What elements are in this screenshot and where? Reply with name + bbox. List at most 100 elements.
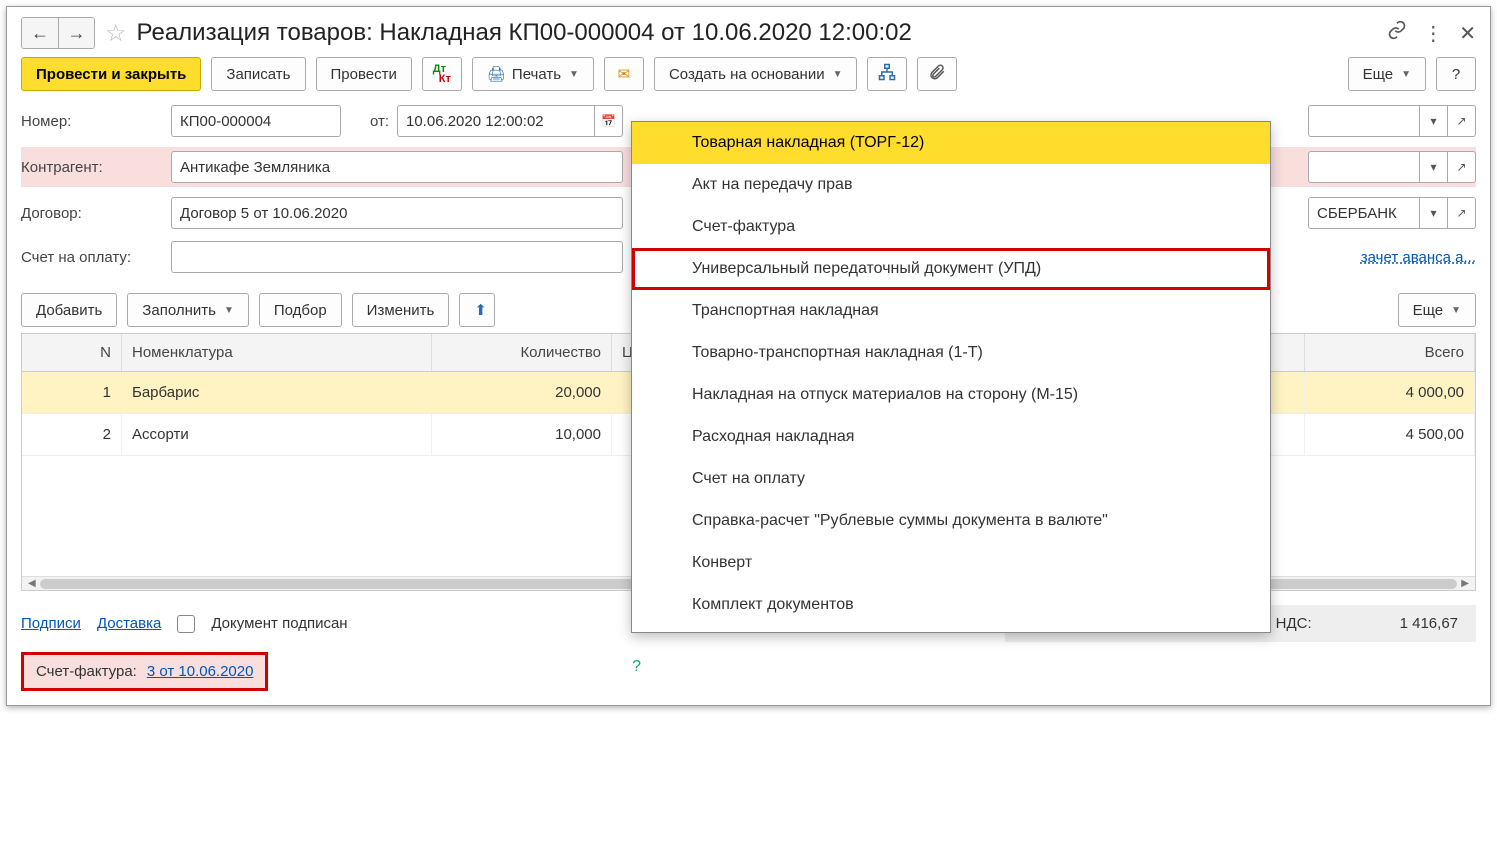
envelope-icon: ✉ bbox=[618, 65, 631, 83]
print-menu-item[interactable]: Справка-расчет "Рублевые суммы документа… bbox=[632, 500, 1270, 542]
create-based-button[interactable]: Создать на основании ▼ bbox=[654, 57, 858, 91]
org-input[interactable] bbox=[1308, 105, 1420, 137]
print-menu-item[interactable]: Конверт bbox=[632, 542, 1270, 584]
signatures-link[interactable]: Подписи bbox=[21, 615, 81, 632]
fill-label: Заполнить bbox=[142, 302, 216, 319]
col-total[interactable]: Всего bbox=[1305, 334, 1475, 371]
paperclip-icon bbox=[928, 63, 946, 85]
invoice-out-wrap: Счет-фактура: 3 от 10.06.2020 ? bbox=[21, 642, 641, 691]
date-input[interactable] bbox=[397, 105, 595, 137]
cell-nom: Ассорти bbox=[122, 414, 432, 455]
pick-button[interactable]: Подбор bbox=[259, 293, 342, 327]
scroll-left-icon[interactable]: ◀ bbox=[28, 578, 36, 589]
print-menu-item[interactable]: Товарно-транспортная накладная (1-Т) bbox=[632, 332, 1270, 374]
toolbar-more-button[interactable]: Еще ▼ bbox=[1348, 57, 1426, 91]
print-button[interactable]: 🖨 Печать ▼ bbox=[472, 57, 594, 91]
edit-button[interactable]: Изменить bbox=[352, 293, 450, 327]
warehouse-combo: ▾ ↗ bbox=[1308, 151, 1476, 183]
print-dropdown-menu: Товарная накладная (ТОРГ-12) Акт на пере… bbox=[631, 121, 1271, 633]
cell-nom: Барбарис bbox=[122, 372, 432, 413]
document-window: ← → ☆ Реализация товаров: Накладная КП00… bbox=[6, 6, 1491, 706]
save-button[interactable]: Записать bbox=[211, 57, 305, 91]
nav-button-group: ← → bbox=[21, 17, 95, 49]
dtkt-icon: ДтКт bbox=[433, 64, 451, 84]
warehouse-dropdown-button[interactable]: ▾ bbox=[1420, 151, 1448, 183]
doc-signed-label: Документ подписан bbox=[211, 615, 347, 632]
doc-signed-checkbox[interactable] bbox=[177, 615, 195, 633]
hierarchy-icon bbox=[878, 63, 896, 85]
print-menu-item[interactable]: Накладная на отпуск материалов на сторон… bbox=[632, 374, 1270, 416]
delivery-link[interactable]: Доставка bbox=[97, 615, 161, 632]
date-picker-button[interactable]: 📅 bbox=[595, 105, 623, 137]
chevron-down-icon: ▼ bbox=[1401, 69, 1411, 80]
scroll-right-icon[interactable]: ▶ bbox=[1461, 578, 1469, 589]
cell-qty: 20,000 bbox=[432, 372, 612, 413]
bank-open-button[interactable]: ↗ bbox=[1448, 197, 1476, 229]
more-label: Еще bbox=[1363, 66, 1394, 83]
print-menu-item[interactable]: Транспортная накладная bbox=[632, 290, 1270, 332]
favorite-star-icon[interactable]: ☆ bbox=[105, 19, 127, 48]
more-menu-icon[interactable]: ⋮ bbox=[1423, 21, 1443, 46]
dtkt-button[interactable]: ДтКт bbox=[422, 57, 462, 91]
print-label: Печать bbox=[512, 66, 561, 83]
chevron-down-icon: ▼ bbox=[1451, 305, 1461, 316]
invoice-label: Счет на оплату: bbox=[21, 249, 163, 266]
add-row-button[interactable]: Добавить bbox=[21, 293, 117, 327]
contragent-input[interactable] bbox=[171, 151, 623, 183]
org-combo: ▾ ↗ bbox=[1308, 105, 1476, 137]
window-title: Реализация товаров: Накладная КП00-00000… bbox=[137, 19, 1378, 47]
col-qty[interactable]: Количество bbox=[432, 334, 612, 371]
post-button[interactable]: Провести bbox=[316, 57, 412, 91]
number-label: Номер: bbox=[21, 113, 163, 130]
print-menu-item[interactable]: Счет-фактура bbox=[632, 206, 1270, 248]
close-icon[interactable]: ✕ bbox=[1459, 21, 1476, 46]
invoice-help-icon[interactable]: ? bbox=[632, 658, 641, 676]
print-menu-item-upd[interactable]: Универсальный передаточный документ (УПД… bbox=[632, 248, 1270, 290]
print-menu-item[interactable]: Акт на передачу прав bbox=[632, 164, 1270, 206]
back-button[interactable]: ← bbox=[22, 18, 58, 48]
structure-button[interactable] bbox=[867, 57, 907, 91]
bank-combo: ▾ ↗ bbox=[1308, 197, 1476, 229]
from-label: от: bbox=[349, 113, 389, 130]
fill-button[interactable]: Заполнить ▼ bbox=[127, 293, 249, 327]
help-button[interactable]: ? bbox=[1436, 57, 1476, 91]
col-nomenclature[interactable]: Номенклатура bbox=[122, 334, 432, 371]
contragent-label: Контрагент: bbox=[21, 159, 163, 176]
invoice-out-box: Счет-фактура: 3 от 10.06.2020 bbox=[21, 652, 268, 691]
post-and-close-button[interactable]: Провести и закрыть bbox=[21, 57, 201, 91]
print-menu-item[interactable]: Расходная накладная bbox=[632, 416, 1270, 458]
title-actions: ⋮ ✕ bbox=[1387, 20, 1476, 46]
org-open-button[interactable]: ↗ bbox=[1448, 105, 1476, 137]
advance-offset-link[interactable]: зачет аванса а... bbox=[1361, 249, 1476, 266]
warehouse-open-button[interactable]: ↗ bbox=[1448, 151, 1476, 183]
forward-button[interactable]: → bbox=[58, 18, 94, 48]
email-button[interactable]: ✉ bbox=[604, 57, 644, 91]
attachment-button[interactable] bbox=[917, 57, 957, 91]
contract-input[interactable] bbox=[171, 197, 623, 229]
cell-total: 4 500,00 bbox=[1305, 414, 1475, 455]
invoice-input[interactable] bbox=[171, 241, 623, 273]
cell-n: 1 bbox=[22, 372, 122, 413]
org-dropdown-button[interactable]: ▾ bbox=[1420, 105, 1448, 137]
chevron-down-icon: ▼ bbox=[833, 69, 843, 80]
print-menu-item[interactable]: Комплект документов bbox=[632, 584, 1270, 626]
bank-input[interactable] bbox=[1308, 197, 1420, 229]
print-menu-item[interactable]: Товарная накладная (ТОРГ-12) bbox=[632, 122, 1270, 164]
table-more-button[interactable]: Еще ▼ bbox=[1398, 293, 1476, 327]
col-n[interactable]: N bbox=[22, 334, 122, 371]
contract-label: Договор: bbox=[21, 205, 163, 222]
invoice-out-label: Счет-фактура: bbox=[36, 663, 137, 680]
titlebar: ← → ☆ Реализация товаров: Накладная КП00… bbox=[21, 17, 1476, 49]
create-based-label: Создать на основании bbox=[669, 66, 825, 83]
bank-dropdown-button[interactable]: ▾ bbox=[1420, 197, 1448, 229]
cell-n: 2 bbox=[22, 414, 122, 455]
main-toolbar: Провести и закрыть Записать Провести ДтК… bbox=[21, 57, 1476, 91]
link-icon[interactable] bbox=[1387, 20, 1407, 46]
move-up-button[interactable]: ⬆ bbox=[459, 293, 495, 327]
warehouse-input[interactable] bbox=[1308, 151, 1420, 183]
print-menu-item[interactable]: Счет на оплату bbox=[632, 458, 1270, 500]
number-input[interactable] bbox=[171, 105, 341, 137]
cell-total: 4 000,00 bbox=[1305, 372, 1475, 413]
printer-icon: 🖨 bbox=[487, 65, 506, 83]
invoice-out-link[interactable]: 3 от 10.06.2020 bbox=[147, 663, 254, 680]
